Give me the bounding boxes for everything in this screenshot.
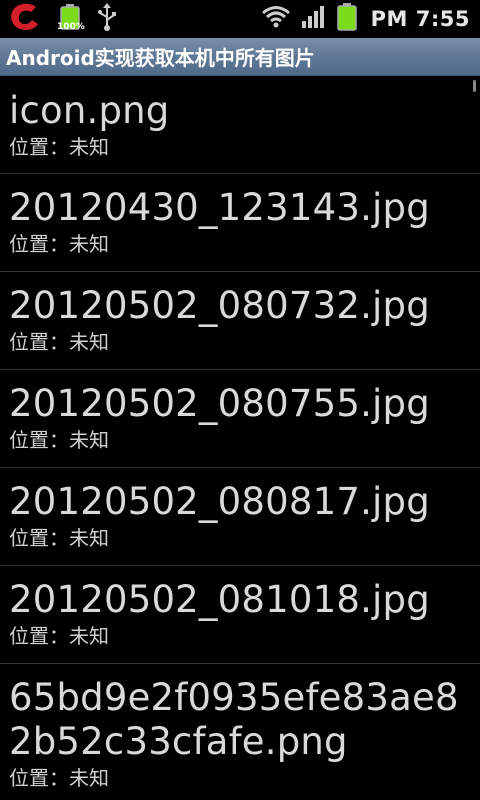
list-item[interactable]: 20120502_081018.jpg 位置：未知 [0, 566, 480, 664]
item-filename: 20120502_080732.jpg [9, 284, 430, 327]
item-filename: icon.png [9, 89, 170, 132]
item-location: 位置：未知 [9, 526, 109, 550]
usb-icon [96, 3, 118, 35]
battery-icon [336, 3, 357, 35]
list-item[interactable]: 20120502_080732.jpg 位置：未知 [0, 272, 480, 370]
item-location: 位置：未知 [9, 624, 109, 648]
item-filename: 20120502_081018.jpg [9, 578, 430, 621]
list-item[interactable]: 20120502_080755.jpg 位置：未知 [0, 370, 480, 468]
signal-icon [301, 5, 327, 33]
battery-percent-label: 100% [57, 22, 85, 32]
status-left: 100% [6, 0, 128, 38]
list-item[interactable]: 20120502_080817.jpg 位置：未知 [0, 468, 480, 566]
item-location: 位置：未知 [9, 428, 109, 452]
item-location: 位置：未知 [9, 330, 109, 354]
item-filename: 20120430_123143.jpg [9, 186, 430, 229]
item-filename: 65bd9e2f0935efe83ae82b52c33cfafe.png [9, 676, 459, 763]
title-bar: Android实现获取本机中所有图片 [0, 38, 480, 76]
item-location: 位置：未知 [9, 135, 109, 159]
list-item[interactable]: 65bd9e2f0935efe83ae82b52c33cfafe.png 位置：… [0, 664, 480, 800]
scrollbar-thumb[interactable] [473, 80, 476, 92]
clock: PM 7:55 [370, 7, 470, 31]
battery-full-icon: 100% [56, 2, 86, 36]
list-item[interactable]: 20120430_123143.jpg 位置：未知 [0, 174, 480, 272]
item-location: 位置：未知 [9, 766, 109, 790]
status-bar: 100% PM 7:55 [0, 0, 480, 38]
wifi-icon [261, 5, 291, 33]
image-list[interactable]: icon.png 位置：未知 20120430_123143.jpg 位置：未知… [0, 77, 480, 800]
list-item[interactable]: icon.png 位置：未知 [0, 77, 480, 174]
item-filename: 20120502_080755.jpg [9, 382, 430, 425]
page-title: Android实现获取本机中所有图片 [6, 46, 315, 70]
item-filename: 20120502_080817.jpg [9, 480, 430, 523]
c-app-icon [6, 0, 46, 38]
item-location: 位置：未知 [9, 232, 109, 256]
status-right: PM 7:55 [261, 0, 470, 38]
